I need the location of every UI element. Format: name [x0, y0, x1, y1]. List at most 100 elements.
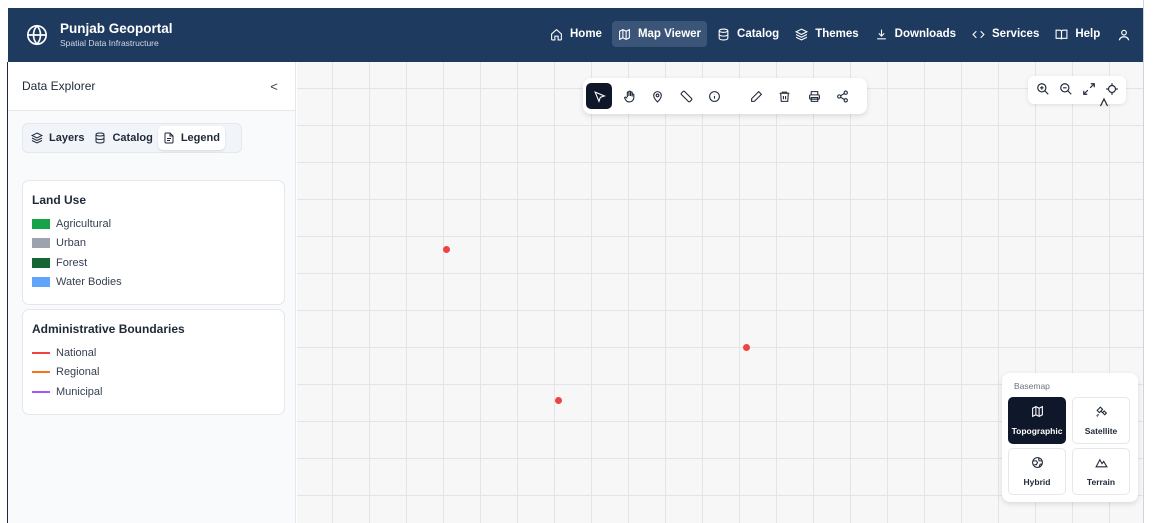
- legend-item: Regional: [32, 363, 275, 383]
- map-marker[interactable]: [555, 397, 562, 404]
- basemap-hybrid-button[interactable]: Hybrid: [1008, 448, 1066, 495]
- globe-icon: [27, 24, 47, 46]
- legend-item-label: National: [56, 346, 97, 359]
- delete-tool-button[interactable]: [771, 83, 797, 109]
- legend-boundaries-title: Administrative Boundaries: [32, 322, 185, 336]
- globe-icon: [1031, 457, 1043, 468]
- info-icon: [708, 90, 720, 102]
- database-icon: [95, 132, 105, 144]
- north-arrow-icon: [1099, 97, 1109, 107]
- code-icon: [972, 30, 985, 38]
- layers-icon: [31, 132, 43, 144]
- share-icon: [836, 90, 848, 102]
- nav-downloads-label: Downloads: [894, 28, 957, 40]
- satellite-icon: [1095, 406, 1107, 417]
- pointer-icon: [593, 90, 606, 103]
- brand[interactable]: Punjab Geoportal Spatial Data Infrastruc…: [26, 21, 173, 49]
- legend-boundaries-card: Administrative Boundaries National Regio…: [22, 309, 285, 415]
- nav-services[interactable]: Services: [966, 21, 1045, 47]
- color-swatch: [32, 277, 50, 288]
- legend-item: Agricultural: [32, 214, 275, 234]
- top-navbar: Punjab Geoportal Spatial Data Infrastruc…: [8, 8, 1143, 62]
- nav-catalog-label: Catalog: [737, 28, 780, 40]
- map-canvas[interactable]: Basemap Topographic Satellite Hybrid Ter…: [297, 62, 1143, 523]
- legend-item: Forest: [32, 253, 275, 273]
- legend-item: Water Bodies: [32, 273, 275, 293]
- nav-downloads[interactable]: Downloads: [869, 21, 962, 47]
- tab-layers-label: Layers: [49, 132, 85, 144]
- panel-header: Data Explorer <: [8, 62, 295, 111]
- line-swatch: [32, 371, 50, 374]
- file-text-icon: [164, 132, 174, 144]
- basemap-topographic-button[interactable]: Topographic: [1008, 397, 1066, 444]
- ruler-icon: [680, 90, 692, 102]
- nav-home[interactable]: Home: [544, 21, 608, 47]
- basemap-topographic-label: Topographic: [1011, 426, 1063, 436]
- tab-layers[interactable]: Layers: [26, 126, 89, 150]
- color-swatch: [32, 238, 50, 249]
- measure-tool-button[interactable]: [673, 83, 699, 109]
- legend-land-use-card: Land Use Agricultural Urban Forest Water…: [22, 180, 285, 305]
- line-swatch: [32, 390, 50, 393]
- basemap-satellite-button[interactable]: Satellite: [1072, 397, 1130, 444]
- legend-land-use-title: Land Use: [32, 193, 87, 207]
- map-controls: [1028, 76, 1126, 104]
- pencil-icon: [750, 90, 762, 102]
- download-icon: [876, 29, 886, 39]
- data-explorer-panel: Data Explorer < Layers Catalog Legend La…: [8, 62, 296, 523]
- legend-item-label: Forest: [56, 256, 88, 269]
- basemap-terrain-label: Terrain: [1086, 477, 1116, 487]
- nav-themes[interactable]: Themes: [789, 21, 864, 47]
- locate-icon[interactable]: [1105, 82, 1119, 96]
- basemap-switcher: Basemap Topographic Satellite Hybrid Ter…: [1002, 373, 1138, 502]
- fullscreen-icon[interactable]: [1082, 82, 1096, 96]
- legend-item: National: [32, 343, 275, 363]
- zoom-out-icon[interactable]: [1059, 82, 1073, 96]
- info-tool-button[interactable]: [701, 83, 727, 109]
- legend-item-label: Water Bodies: [56, 276, 122, 289]
- nav-catalog[interactable]: Catalog: [711, 21, 785, 47]
- map-icon: [1031, 405, 1043, 418]
- zoom-in-icon[interactable]: [1036, 82, 1050, 96]
- basemap-hybrid-label: Hybrid: [1023, 477, 1051, 487]
- legend-item: Municipal: [32, 382, 275, 402]
- tab-catalog-label: Catalog: [112, 132, 153, 144]
- trash-icon: [779, 91, 789, 102]
- printer-icon: [808, 90, 820, 102]
- panel-tabs: Layers Catalog Legend: [22, 123, 242, 153]
- database-icon: [718, 28, 729, 40]
- map-marker[interactable]: [743, 344, 750, 351]
- nav-services-label: Services: [992, 28, 1040, 40]
- nav-map-viewer[interactable]: Map Viewer: [611, 21, 708, 47]
- color-swatch: [32, 257, 50, 268]
- print-tool-button[interactable]: [801, 83, 827, 109]
- tab-legend[interactable]: Legend: [157, 126, 225, 150]
- marker-tool-button[interactable]: [644, 83, 670, 109]
- select-tool-button[interactable]: [586, 83, 612, 109]
- legend-item-label: Agricultural: [56, 217, 112, 230]
- tab-legend-label: Legend: [180, 132, 220, 144]
- nav-home-label: Home: [570, 28, 602, 40]
- share-tool-button[interactable]: [829, 83, 855, 109]
- panel-title: Data Explorer: [22, 79, 96, 93]
- color-swatch: [32, 218, 50, 229]
- tab-catalog[interactable]: Catalog: [89, 126, 157, 150]
- legend-item: Urban: [32, 234, 275, 254]
- user-icon[interactable]: [1117, 28, 1131, 42]
- legend-item-label: Urban: [56, 237, 86, 250]
- app-title: Punjab Geoportal: [60, 21, 173, 36]
- basemap-satellite-label: Satellite: [1084, 426, 1118, 436]
- line-swatch: [32, 351, 50, 354]
- map-marker[interactable]: [443, 246, 450, 253]
- nav-themes-label: Themes: [815, 28, 859, 40]
- legend-item-label: Municipal: [56, 385, 103, 398]
- collapse-panel-button[interactable]: <: [267, 79, 281, 94]
- basemap-terrain-button[interactable]: Terrain: [1072, 448, 1130, 495]
- main-nav: Home Map Viewer Catalog Themes Downloads…: [544, 21, 1110, 47]
- nav-help[interactable]: Help: [1049, 21, 1106, 47]
- book-icon: [1055, 29, 1068, 39]
- layers-icon: [795, 27, 809, 41]
- draw-tool-button[interactable]: [743, 83, 769, 109]
- app-subtitle: Spatial Data Infrastructure: [60, 38, 159, 48]
- pan-tool-button[interactable]: [616, 83, 642, 109]
